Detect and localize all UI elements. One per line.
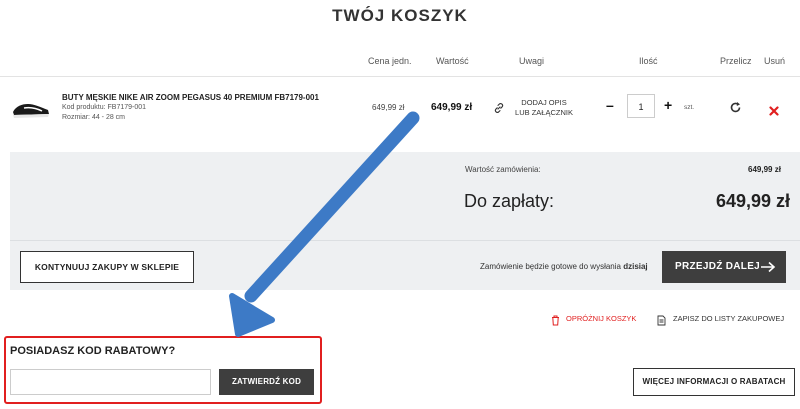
header-unit-price: Cena jedn. [368, 56, 412, 66]
apply-code-button[interactable]: ZATWIERDŹ KOD [219, 369, 314, 395]
empty-cart-label: OPRÓŻNIJ KOSZYK [566, 314, 637, 323]
ready-when: dzisiaj [623, 262, 648, 271]
summary-divider [10, 240, 800, 241]
remove-item-icon[interactable] [769, 103, 779, 121]
discount-info-button[interactable]: WIĘCEJ INFORMACJI O RABATACH [633, 368, 795, 396]
to-pay-amount: 649,99 zł [716, 191, 791, 211]
document-icon [657, 313, 666, 331]
ready-text: Zamówienie będzie gotowe do wysłania [480, 262, 621, 271]
unit-price: 649,99 zł [372, 103, 405, 112]
arrow-right-icon [760, 260, 776, 278]
proceed-button[interactable]: PRZEJDŹ DALEJ [662, 251, 786, 283]
header-notes: Uwagi [519, 56, 545, 66]
attachment-link-icon[interactable] [493, 101, 505, 119]
quantity-decrease-button[interactable]: – [606, 97, 614, 113]
product-size: Rozmiar: 44 - 28 cm [62, 114, 126, 121]
promo-title: POSIADASZ KOD RABATOWY? [10, 345, 176, 357]
save-list-label: ZAPISZ DO LISTY ZAKUPOWEJ [673, 314, 785, 323]
header-recalculate: Przelicz [720, 56, 752, 66]
quantity-unit: szt. [684, 104, 695, 111]
order-value: 649,99 zł [748, 165, 781, 174]
header-remove: Usuń [764, 56, 786, 66]
header-value: Wartość [436, 56, 469, 66]
promo-code-input[interactable] [10, 369, 211, 395]
proceed-label: PRZEJDŹ DALEJ [675, 261, 761, 272]
ready-info: Zamówienie będzie gotowe do wysłania dzi… [480, 262, 648, 271]
line-value: 649,99 zł [431, 102, 473, 113]
add-note-line1: DODAJ OPIS [521, 98, 567, 107]
product-name[interactable]: BUTY MĘSKIE NIKE AIR ZOOM PEGASUS 40 PRE… [62, 93, 319, 102]
add-note-line2: LUB ZAŁĄCZNIK [515, 108, 573, 117]
trash-icon [551, 313, 560, 331]
product-code: Kod produktu: FB7179-001 [62, 104, 147, 111]
order-value-label: Wartość zamówienia: [465, 165, 541, 174]
header-quantity: Ilość [639, 56, 658, 66]
continue-shopping-button[interactable]: KONTYNUUJ ZAKUPY W SKLEPIE [20, 251, 194, 283]
refresh-icon[interactable] [729, 101, 742, 119]
quantity-input[interactable]: 1 [627, 94, 655, 118]
quantity-increase-button[interactable]: + [664, 97, 672, 113]
page-title: TWÓJ KOSZYK [332, 6, 468, 25]
to-pay-label: Do zapłaty: [464, 191, 555, 211]
product-image[interactable] [10, 88, 52, 128]
header-divider [0, 76, 800, 77]
add-note-link[interactable]: DODAJ OPIS LUB ZAŁĄCZNIK [510, 98, 578, 118]
